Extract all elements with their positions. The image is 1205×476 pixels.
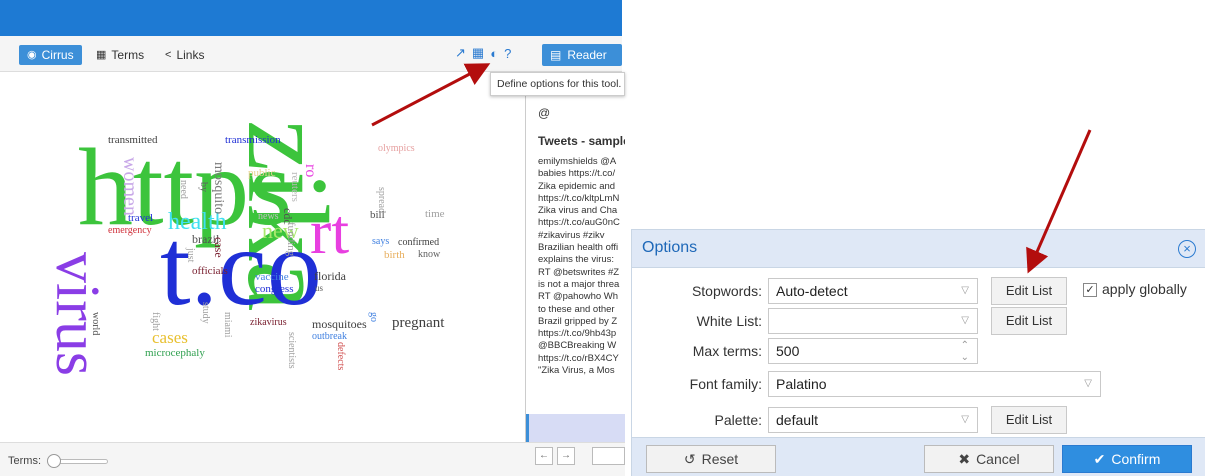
annotation-arrows bbox=[371, 63, 1092, 274]
arrow-to-edit-list bbox=[1026, 129, 1092, 274]
arrow-to-options-icon bbox=[371, 63, 491, 127]
